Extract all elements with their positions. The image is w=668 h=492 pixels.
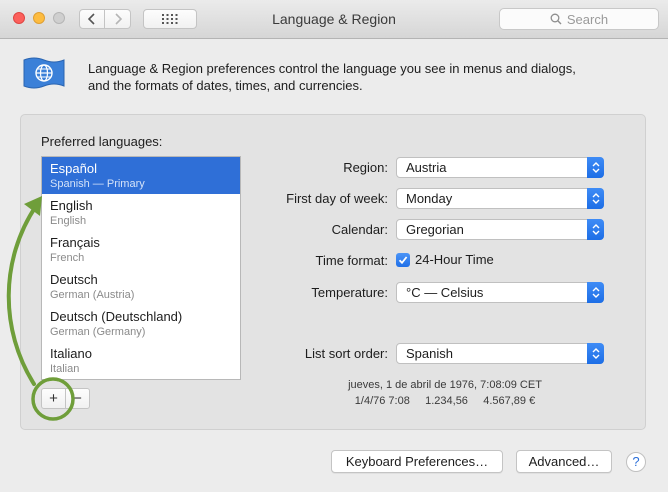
sample-date: jueves, 1 de abril de 1976, 7:08:09 CET xyxy=(348,379,542,391)
calendar-value: Gregorian xyxy=(406,222,464,237)
sort-order-label: List sort order: xyxy=(304,346,388,361)
sample-numbers: 1/4/76 7:08 1.234,56 4.567,89 € xyxy=(354,395,536,407)
temperature-popup[interactable]: °C — Celsius xyxy=(396,282,604,303)
first-day-popup[interactable]: Monday xyxy=(396,188,604,209)
calendar-label: Calendar: xyxy=(331,222,388,237)
help-button[interactable]: ? xyxy=(626,452,646,472)
search-placeholder: Search xyxy=(566,11,609,27)
language-name: Français xyxy=(50,235,100,250)
region-label: Region: xyxy=(343,160,388,175)
language-region-window: Language & Region Search Language & Regi… xyxy=(0,0,668,492)
popup-arrows-icon xyxy=(587,157,604,178)
remove-language-button[interactable]: − xyxy=(65,388,90,409)
language-name: Deutsch (Deutschland) xyxy=(50,309,183,324)
preferred-languages-list[interactable]: Español Spanish — Primary English Englis… xyxy=(41,156,241,380)
first-day-label: First day of week: xyxy=(286,191,388,206)
language-item[interactable]: Français French xyxy=(42,231,240,268)
add-language-button[interactable]: + xyxy=(41,388,66,409)
time-format-label: Time format: xyxy=(315,253,388,268)
language-name: Español xyxy=(50,161,97,176)
sort-order-value: Spanish xyxy=(406,346,453,361)
intro-text: Language & Region preferences control th… xyxy=(88,60,648,94)
preferred-languages-label: Preferred languages: xyxy=(41,134,163,149)
popup-arrows-icon xyxy=(587,282,604,303)
advanced-button[interactable]: Advanced… xyxy=(516,450,612,473)
search-field[interactable]: Search xyxy=(499,8,659,30)
globe-flag-icon xyxy=(23,57,65,89)
checkmark-icon xyxy=(398,256,408,265)
language-name: Italiano xyxy=(50,346,92,361)
intro-line-2: and the formats of dates, times, and cur… xyxy=(88,78,363,93)
title-bar: Language & Region Search xyxy=(0,0,668,39)
language-subtitle: German (Austria) xyxy=(50,289,135,301)
language-name: English xyxy=(50,198,93,213)
calendar-popup[interactable]: Gregorian xyxy=(396,219,604,240)
language-name: Deutsch xyxy=(50,272,98,287)
popup-arrows-icon xyxy=(587,219,604,240)
language-item[interactable]: English English xyxy=(42,194,240,231)
language-item[interactable]: Español Spanish — Primary xyxy=(42,157,240,194)
language-item[interactable]: Deutsch German (Austria) xyxy=(42,268,240,305)
region-popup[interactable]: Austria xyxy=(396,157,604,178)
24-hour-time-checkbox[interactable] xyxy=(396,253,410,267)
popup-arrows-icon xyxy=(587,343,604,364)
search-icon xyxy=(550,13,562,25)
language-item[interactable]: Deutsch (Deutschland) German (Germany) xyxy=(42,305,240,342)
popup-arrows-icon xyxy=(587,188,604,209)
language-subtitle: German (Germany) xyxy=(50,326,146,338)
first-day-value: Monday xyxy=(406,191,453,206)
intro-line-1: Language & Region preferences control th… xyxy=(88,61,576,76)
sort-order-popup[interactable]: Spanish xyxy=(396,343,604,364)
24-hour-time-label[interactable]: 24-Hour Time xyxy=(415,252,494,267)
keyboard-preferences-button[interactable]: Keyboard Preferences… xyxy=(331,450,503,473)
temperature-label: Temperature: xyxy=(311,285,388,300)
region-value: Austria xyxy=(406,160,447,175)
language-subtitle: English xyxy=(50,215,87,227)
language-subtitle: Spanish — Primary xyxy=(50,178,145,190)
language-item[interactable]: Italiano Italian xyxy=(42,342,240,379)
language-subtitle: French xyxy=(50,252,85,264)
language-subtitle: Italian xyxy=(50,363,80,375)
temperature-value: °C — Celsius xyxy=(406,285,484,300)
